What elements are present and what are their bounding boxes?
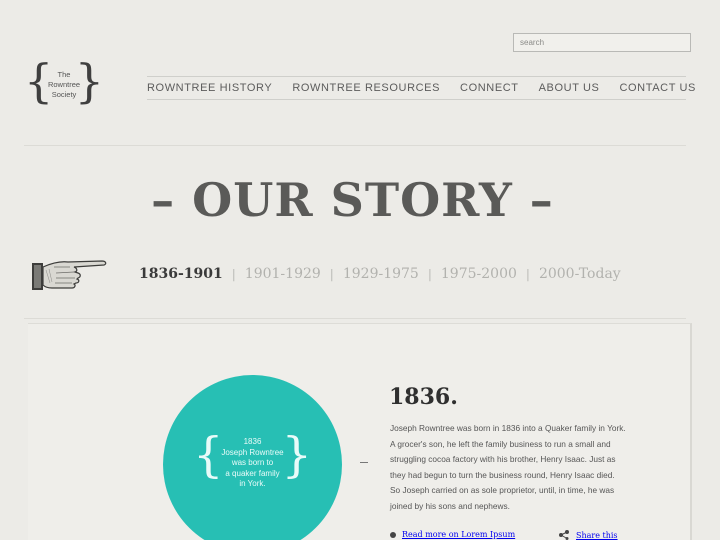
- share-label: Share this: [576, 530, 618, 540]
- nav-item-rowntree-resources[interactable]: ROWNTREE RESOURCES: [292, 82, 440, 96]
- circle-right-brace: }: [281, 427, 312, 483]
- timeline-divider: [24, 318, 686, 319]
- era-tab-1975-2000[interactable]: 1975-2000: [441, 266, 517, 282]
- nav-item-contact-us[interactable]: CONTACT US: [619, 82, 696, 96]
- era-tab-1929-1975[interactable]: 1929-1975: [343, 266, 419, 282]
- header-divider: [24, 145, 686, 146]
- page-title: – OUR STORY –: [151, 173, 554, 227]
- site-logo[interactable]: { The Rowntree Society }: [24, 58, 104, 114]
- era-tab-2000-today[interactable]: 2000-Today: [539, 266, 621, 282]
- search-input[interactable]: [513, 33, 691, 52]
- nav-top-divider: [147, 76, 686, 77]
- era-tab-1901-1929[interactable]: 1901-1929: [245, 266, 321, 282]
- era-separator: |: [525, 267, 530, 281]
- nav-bottom-divider: [147, 99, 686, 100]
- dot-icon: [390, 531, 396, 538]
- nav-item-connect[interactable]: CONNECT: [460, 82, 519, 96]
- read-more-link[interactable]: Read more on Lorem Ipsum: [390, 530, 515, 539]
- entry-year: 1836.: [389, 384, 458, 410]
- nav-item-about-us[interactable]: ABOUT US: [539, 82, 600, 96]
- highlight-circle: { 1836 Joseph Rowntree was born to a qua…: [163, 375, 342, 540]
- nav-item-rowntree-history[interactable]: ROWNTREE HISTORY: [147, 82, 272, 96]
- share-icon: [559, 530, 569, 540]
- era-separator: |: [329, 267, 334, 281]
- connector-dash: [360, 462, 368, 463]
- era-timeline: 1836-1901 | 1901-1929 | 1929-1975 | 1975…: [139, 266, 621, 282]
- pointing-hand-icon: [30, 255, 108, 295]
- era-separator: |: [427, 267, 432, 281]
- era-separator: |: [231, 267, 236, 281]
- logo-right-brace: }: [74, 54, 104, 108]
- entry-body: Joseph Rowntree was born in 1836 into a …: [390, 423, 626, 511]
- read-more-label: Read more on Lorem Ipsum: [402, 530, 516, 539]
- main-nav: ROWNTREE HISTORY ROWNTREE RESOURCES CONN…: [147, 82, 696, 96]
- era-tab-1836-1901[interactable]: 1836-1901: [139, 266, 223, 282]
- share-link[interactable]: Share this: [558, 530, 618, 540]
